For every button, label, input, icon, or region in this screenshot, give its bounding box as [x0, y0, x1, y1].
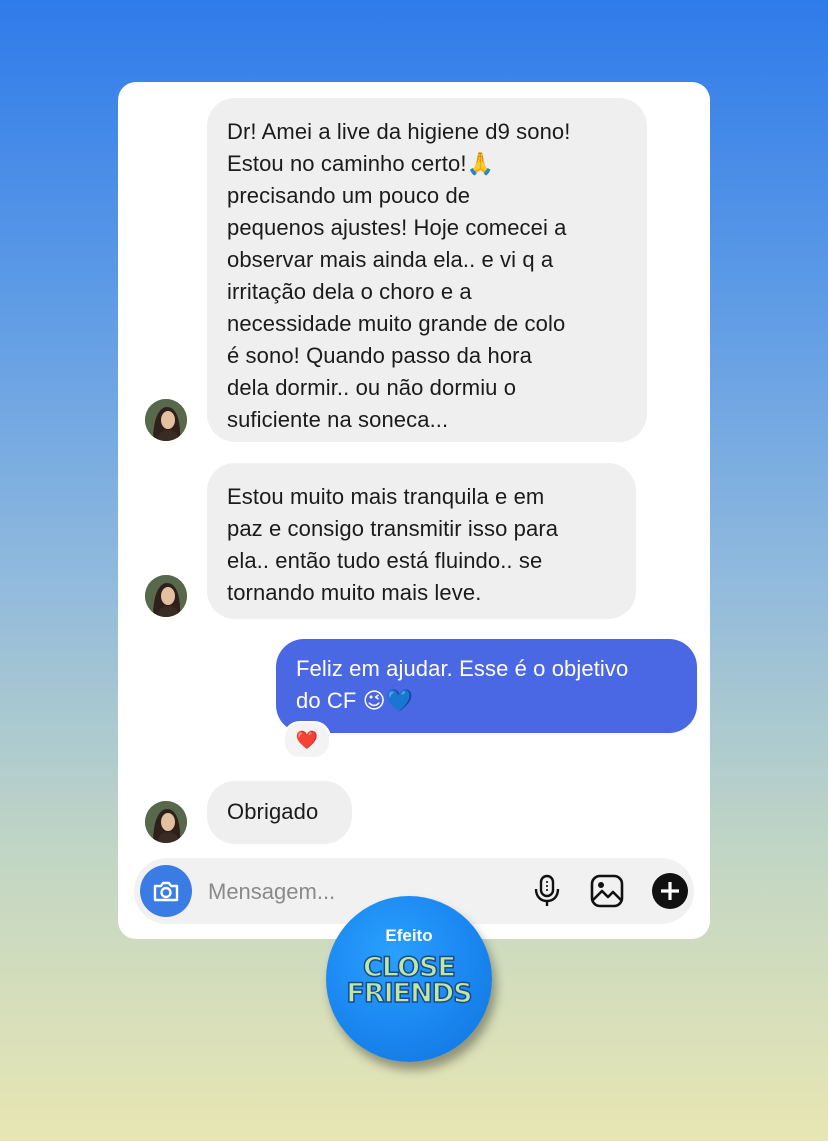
gallery-button[interactable] [588, 872, 626, 910]
avatar-photo [145, 801, 187, 843]
chat-card: Dr! Amei a live da higiene d9 sono! Esto… [118, 82, 710, 939]
heart-reaction[interactable]: ❤️ [283, 721, 331, 759]
plus-icon [652, 873, 688, 909]
microphone-icon [534, 874, 560, 906]
message-bubble-outgoing[interactable]: Feliz em ajudar. Esse é o objetivo do CF… [276, 639, 697, 733]
avatar-photo [145, 399, 187, 441]
avatar[interactable] [145, 801, 187, 843]
avatar[interactable] [145, 399, 187, 441]
message-bubble-incoming[interactable]: Dr! Amei a live da higiene d9 sono! Esto… [207, 98, 647, 442]
avatar[interactable] [145, 575, 187, 617]
message-bubble-incoming[interactable]: Obrigado [207, 781, 352, 844]
close-friends-badge: Efeito CLOSE FRIENDS [326, 896, 492, 1062]
badge-line-2: FRIENDS [346, 978, 474, 1009]
message-bubble-incoming[interactable]: Estou muito mais tranquila e em paz e co… [207, 463, 636, 619]
microphone-button[interactable] [528, 872, 566, 910]
camera-button[interactable] [140, 865, 192, 917]
camera-icon [153, 881, 179, 902]
avatar-photo [145, 575, 187, 617]
gallery-icon [590, 874, 624, 908]
heart-icon: ❤️ [295, 729, 319, 750]
message-input[interactable] [206, 874, 510, 910]
badge-line-1: CLOSE [362, 952, 456, 983]
plus-button[interactable] [651, 872, 689, 910]
badge-top-text: Efeito [385, 926, 433, 945]
